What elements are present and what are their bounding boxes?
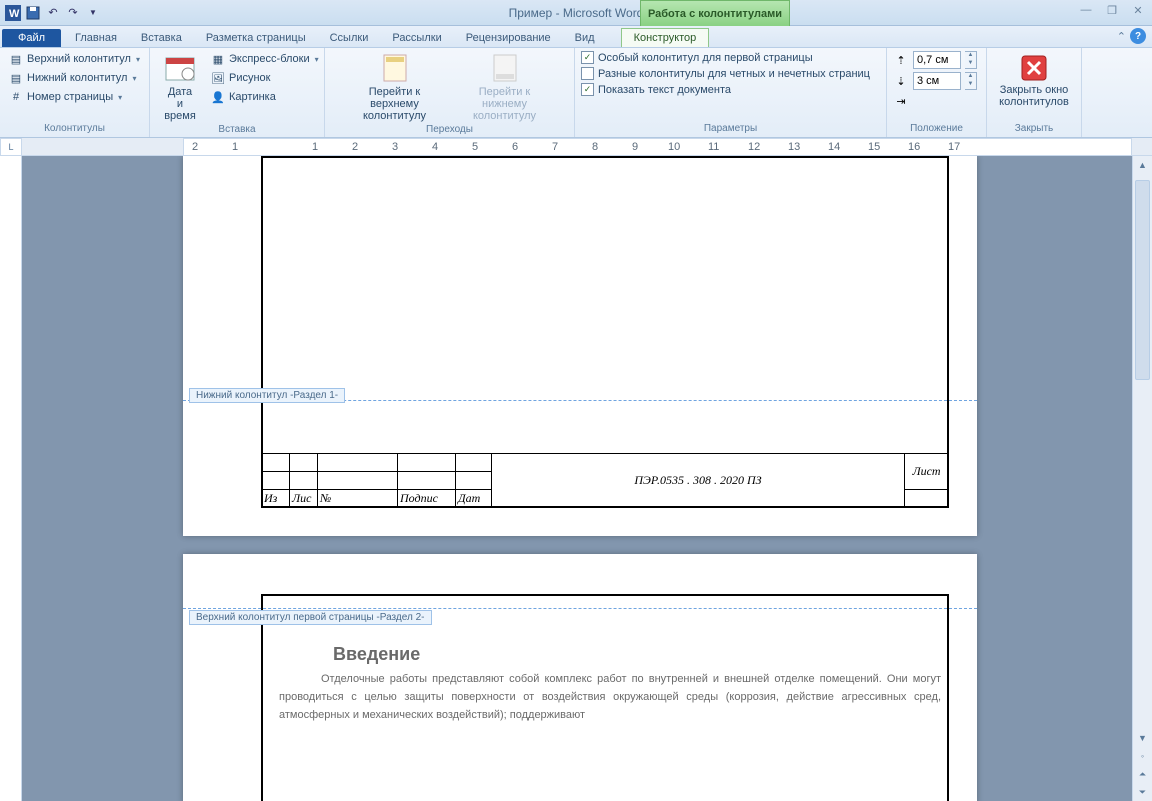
tab-design[interactable]: Конструктор (621, 28, 710, 47)
quick-access-toolbar: W ↶ ↷ ▼ (0, 4, 102, 22)
checkbox-unchecked-icon (581, 67, 594, 80)
undo-icon[interactable]: ↶ (44, 4, 62, 22)
ribbon: ▤Верхний колонтитул▾ ▤Нижний колонтитул▾… (0, 48, 1152, 138)
group-label-insert: Вставка (156, 124, 318, 136)
help-icon[interactable]: ? (1130, 28, 1146, 44)
svg-text:W: W (9, 8, 20, 20)
group-label-close: Закрыть (993, 123, 1075, 135)
insert-alignment-tab-button[interactable]: ⇥ (893, 92, 977, 110)
minimize-icon[interactable]: — (1078, 2, 1094, 18)
chevron-down-icon: ▾ (315, 55, 319, 64)
tab-review[interactable]: Рецензирование (454, 29, 563, 47)
heading-intro: Введение (279, 640, 941, 670)
goto-footer-icon (489, 52, 521, 84)
spinner-icon[interactable]: ▲▼ (965, 51, 977, 69)
tab-references[interactable]: Ссылки (318, 29, 381, 47)
datetime-button[interactable]: Дата и время (156, 50, 204, 124)
group-label-position: Положение (893, 123, 980, 135)
tab-icon: ⇥ (893, 93, 909, 109)
prev-page-icon[interactable]: ⏶ (1133, 765, 1152, 783)
picture-button[interactable]: 🖼Рисунок (208, 69, 321, 87)
redo-icon[interactable]: ↷ (64, 4, 82, 22)
contextual-tab-label: Работа с колонтитулами (640, 0, 790, 26)
restore-icon[interactable]: ❐ (1104, 2, 1120, 18)
close-header-footer-button[interactable]: Закрыть окно колонтитулов (993, 50, 1075, 110)
footer-from-bottom-input[interactable]: ⇣ 3 см ▲▼ (893, 71, 977, 91)
checkbox-checked-icon: ✓ (581, 51, 594, 64)
page-number-button[interactable]: #Номер страницы▾ (6, 88, 142, 106)
title-bar: W ↶ ↷ ▼ Пример - Microsoft Word Работа с… (0, 0, 1152, 26)
header-button[interactable]: ▤Верхний колонтитул▾ (6, 50, 142, 68)
vertical-scrollbar[interactable]: ▲ ▼ ◦ ⏶ ⏷ (1132, 156, 1152, 801)
scroll-down-icon[interactable]: ▼ (1133, 729, 1152, 747)
chevron-down-icon: ▾ (136, 55, 140, 64)
tab-layout[interactable]: Разметка страницы (194, 29, 318, 47)
horizontal-ruler[interactable]: 21 1234567891011121314151617 (183, 138, 1132, 156)
close-box-icon (1018, 52, 1050, 84)
group-label-options: Параметры (581, 123, 880, 135)
vertical-ruler[interactable] (0, 156, 22, 801)
checkbox-checked-icon: ✓ (581, 83, 594, 96)
word-icon: W (4, 4, 22, 22)
page-1[interactable]: Нижний колонтитул -Раздел 1- ПЭР.0535 . … (183, 156, 977, 536)
paragraph: Отделочные работы представляют собой ком… (279, 670, 941, 724)
document-area: Нижний колонтитул -Раздел 1- ПЭР.0535 . … (0, 156, 1132, 801)
scroll-thumb[interactable] (1135, 180, 1150, 380)
quickparts-icon: ▦ (210, 51, 226, 67)
pagenum-icon: # (8, 89, 24, 105)
minimize-ribbon-icon[interactable]: ⌃ (1117, 30, 1126, 43)
odd-even-checkbox[interactable]: Разные колонтитулы для четных и нечетных… (581, 66, 870, 81)
tab-selector[interactable]: L (0, 138, 22, 156)
group-label-nav: Переходы (331, 124, 568, 136)
clipart-icon: 👤 (210, 89, 226, 105)
clipart-button[interactable]: 👤Картинка (208, 88, 321, 106)
tab-file[interactable]: Файл (2, 29, 61, 47)
save-icon[interactable] (24, 4, 42, 22)
goto-header-icon (379, 52, 411, 84)
goto-footer-button: Перейти к нижнему колонтитулу (450, 50, 560, 124)
chevron-down-icon: ▾ (132, 74, 136, 83)
show-document-checkbox[interactable]: ✓Показать текст документа (581, 82, 870, 97)
scroll-up-icon[interactable]: ▲ (1133, 156, 1152, 174)
tab-insert[interactable]: Вставка (129, 29, 194, 47)
ruler-bar: L 21 1234567891011121314151617 (0, 138, 1152, 156)
stamp-table: ПЭР.0535 . 308 . 2020 ПЗЛист ИзЛис№Подпи… (261, 453, 949, 508)
ribbon-tabs: Файл Главная Вставка Разметка страницы С… (0, 26, 1152, 48)
close-icon[interactable]: ✕ (1130, 2, 1146, 18)
header-tag: Верхний колонтитул первой страницы -Разд… (189, 610, 432, 625)
goto-header-button[interactable]: Перейти к верхнему колонтитулу (340, 50, 450, 124)
footer-button[interactable]: ▤Нижний колонтитул▾ (6, 69, 142, 87)
qat-dropdown-icon[interactable]: ▼ (84, 4, 102, 22)
picture-icon: 🖼 (210, 70, 226, 86)
browse-object-icon[interactable]: ◦ (1133, 747, 1152, 765)
app-title: Пример - Microsoft Word (509, 6, 644, 20)
next-page-icon[interactable]: ⏷ (1133, 783, 1152, 801)
footer-icon: ▤ (8, 70, 24, 86)
body-text: Введение Отделочные работы представляют … (279, 640, 941, 724)
group-label-hf: Колонтитулы (6, 123, 143, 135)
spinner-icon[interactable]: ▲▼ (965, 72, 977, 90)
tab-home[interactable]: Главная (63, 29, 129, 47)
different-first-page-checkbox[interactable]: ✓Особый колонтитул для первой страницы (581, 50, 870, 65)
footer-tag: Нижний колонтитул -Раздел 1- (189, 388, 345, 403)
doc-code: ПЭР.0535 . 308 . 2020 ПЗ (492, 454, 905, 508)
calendar-icon (164, 52, 196, 84)
header-icon: ▤ (8, 51, 24, 67)
tab-view[interactable]: Вид (563, 29, 607, 47)
quickparts-button[interactable]: ▦Экспресс-блоки▾ (208, 50, 321, 68)
chevron-down-icon: ▾ (118, 93, 122, 102)
header-from-top-input[interactable]: ⇡ 0,7 см ▲▼ (893, 50, 977, 70)
page-2[interactable]: Верхний колонтитул первой страницы -Разд… (183, 554, 977, 801)
footer-position-icon: ⇣ (893, 73, 909, 89)
header-position-icon: ⇡ (893, 52, 909, 68)
tab-mailings[interactable]: Рассылки (380, 29, 453, 47)
window-buttons: — ❐ ✕ (1078, 2, 1146, 18)
